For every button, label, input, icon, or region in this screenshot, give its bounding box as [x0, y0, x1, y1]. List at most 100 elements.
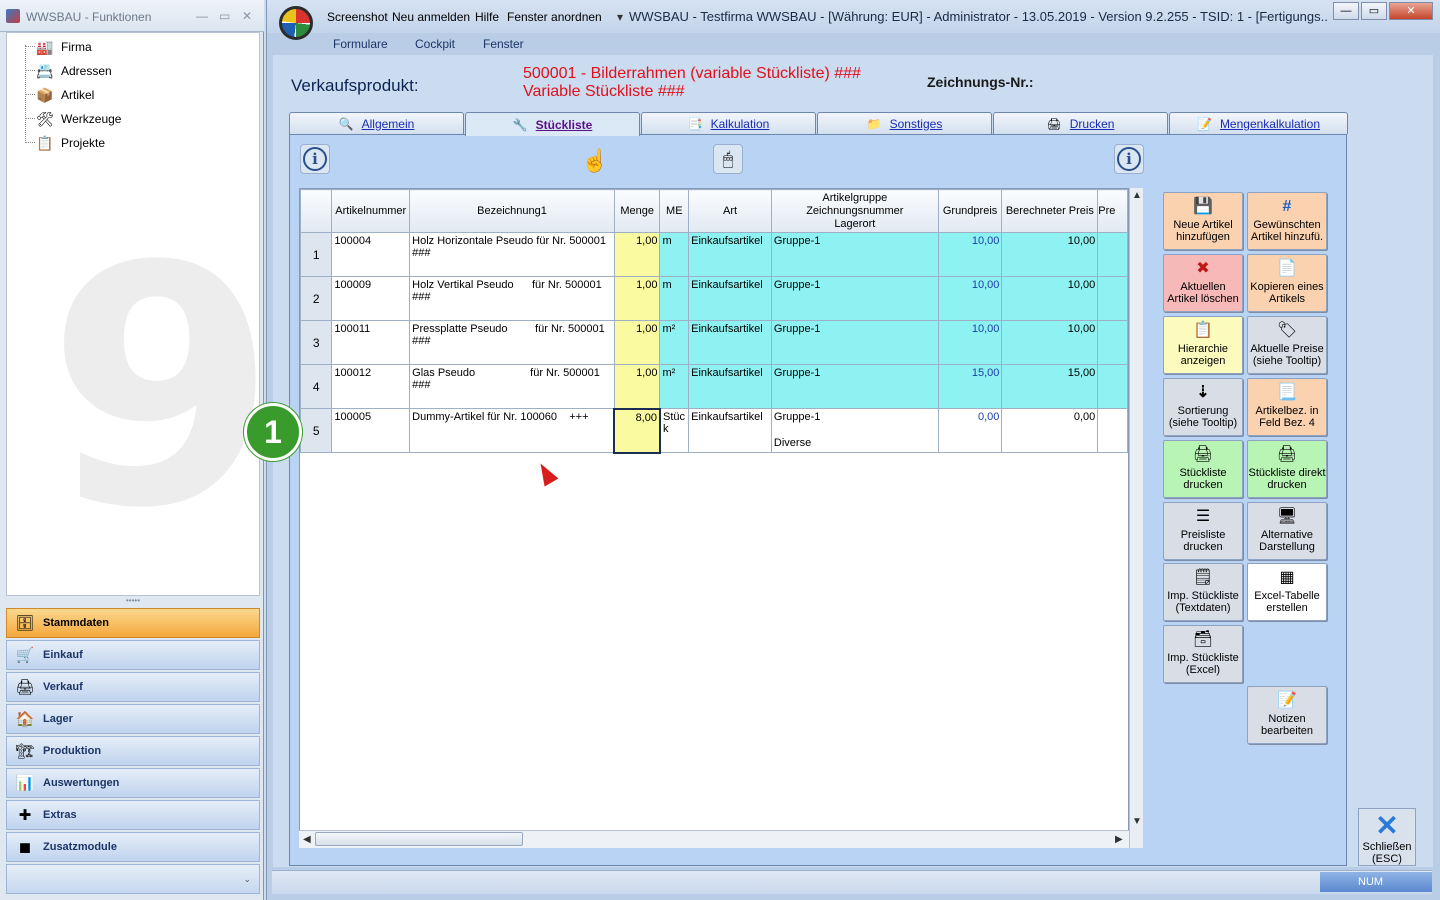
cell-menge-selected[interactable]: 8,00 — [613, 407, 661, 454]
cell-grundpreis[interactable]: 10,00 — [937, 276, 1003, 321]
sorting-button[interactable]: ⇣ Sortierung (siehe Tooltip) — [1163, 378, 1243, 436]
cell-pre[interactable] — [1097, 408, 1128, 453]
col-art[interactable]: Art — [688, 189, 772, 233]
horizontal-scroll-thumb[interactable] — [315, 832, 523, 846]
menu-cockpit[interactable]: Cockpit — [415, 37, 455, 51]
tab-stueckliste[interactable]: 🔧 Stückliste — [465, 112, 640, 136]
cell-artikelgruppe[interactable]: Gruppe-1 Diverse — [770, 408, 939, 453]
cell-pre[interactable] — [1097, 232, 1128, 277]
col-menge[interactable]: Menge — [613, 189, 661, 233]
menu-fenster[interactable]: Fenster — [483, 37, 524, 51]
table-row[interactable]: 1 100004 Holz Horizontale Pseudo für Nr.… — [300, 232, 1128, 277]
info-icon[interactable]: i — [300, 144, 330, 174]
cell-art[interactable]: Einkaufsartikel — [688, 364, 772, 409]
cell-artikelgruppe[interactable]: Gruppe-1 — [770, 232, 939, 277]
cell-art[interactable]: Einkaufsartikel — [688, 408, 772, 453]
col-artikelnummer[interactable]: Artikelnummer — [331, 189, 411, 233]
cell-bezeichnung[interactable]: Dummy-Artikel für Nr. 100060 +++ — [409, 408, 615, 453]
cell-pre[interactable] — [1097, 364, 1128, 409]
table-row[interactable]: 4 100012 Glas Pseudo für Nr. 500001 ### … — [300, 364, 1128, 409]
col-berechneter-preis[interactable]: Berechneter Preis — [1001, 189, 1099, 233]
nav-extras[interactable]: ✚ Extras — [6, 800, 260, 830]
nav-verkauf[interactable]: 🖨 Verkauf — [6, 672, 260, 702]
import-bom-excel-button[interactable]: 🗃 Imp. Stückliste (Excel) — [1163, 625, 1243, 683]
cell-art[interactable]: Einkaufsartikel — [688, 276, 772, 321]
menu-neu-anmelden[interactable]: Neu anmelden — [392, 10, 470, 24]
alternative-view-button[interactable]: 🖥 Alternative Darstellung — [1247, 502, 1327, 560]
tab-sonstiges[interactable]: 📁 Sonstiges — [817, 112, 992, 134]
scroll-down-icon[interactable]: ▼ — [1132, 816, 1142, 827]
cell-bezeichnung[interactable]: Holz Horizontale Pseudo für Nr. 500001 #… — [409, 232, 615, 277]
col-pre[interactable]: Pre — [1097, 189, 1128, 233]
main-minimize-icon[interactable]: — — [1333, 2, 1359, 20]
main-close-icon[interactable]: ✕ — [1389, 2, 1433, 20]
tree-item-werkzeuge[interactable]: 🛠 Werkzeuge — [35, 109, 121, 129]
tree-item-firma[interactable]: 🏭 Firma — [35, 37, 91, 57]
cell-bezeichnung[interactable]: Pressplatte Pseudo für Nr. 500001 ### — [409, 320, 615, 365]
tree-item-adressen[interactable]: 📇 Adressen — [35, 61, 111, 81]
cell-pre[interactable] — [1097, 276, 1128, 321]
cell-berechneter-preis[interactable]: 10,00 — [1001, 320, 1099, 365]
copy-article-button[interactable]: 📄 Kopieren eines Artikels — [1247, 254, 1327, 312]
article-desc-field4-button[interactable]: 📃 Artikelbez. in Feld Bez. 4 — [1247, 378, 1327, 436]
cell-menge[interactable]: 1,00 — [613, 276, 661, 321]
cell-art[interactable]: Einkaufsartikel — [688, 320, 772, 365]
table-row[interactable]: 3 100011 Pressplatte Pseudo für Nr. 5000… — [300, 320, 1128, 365]
cell-berechneter-preis[interactable]: 10,00 — [1001, 276, 1099, 321]
cell-grundpreis[interactable]: 10,00 — [937, 232, 1003, 277]
panel-splitter[interactable]: ••••• — [6, 597, 260, 605]
cell-artikelnummer[interactable]: 100011 — [331, 320, 411, 365]
close-icon[interactable]: ✕ — [242, 9, 252, 23]
scroll-left-icon[interactable]: ◀ — [303, 834, 311, 845]
vertical-scrollbar[interactable]: ▲ ▼ — [1129, 188, 1143, 848]
menu-dropdown-icon[interactable]: ▾ — [617, 10, 623, 24]
menu-fenster-anordnen[interactable]: Fenster anordnen — [507, 10, 602, 24]
tree-item-artikel[interactable]: 📦 Artikel — [35, 85, 94, 105]
cell-me[interactable]: m — [659, 276, 690, 321]
menu-screenshot[interactable]: Screenshot — [327, 10, 388, 24]
close-esc-button[interactable]: ✕ Schließen (ESC) — [1358, 808, 1416, 866]
cell-artikelgruppe[interactable]: Gruppe-1 — [770, 364, 939, 409]
cell-grundpreis[interactable]: 10,00 — [937, 320, 1003, 365]
show-hierarchy-button[interactable]: 📋 Hierarchie anzeigen — [1163, 316, 1243, 374]
menu-hilfe[interactable]: Hilfe — [475, 10, 499, 24]
table-row[interactable]: 2 100009 Holz Vertikal Pseudo für Nr. 50… — [300, 276, 1128, 321]
tab-drucken[interactable]: 🖨 Drucken — [993, 112, 1168, 134]
cell-grundpreis[interactable]: 0,00 — [937, 408, 1003, 453]
cell-bezeichnung[interactable]: Glas Pseudo für Nr. 500001 ### — [409, 364, 615, 409]
cell-me[interactable]: m² — [659, 320, 690, 365]
cell-berechneter-preis[interactable]: 0,00 — [1001, 408, 1099, 453]
col-grundpreis[interactable]: Grundpreis — [937, 189, 1003, 233]
nav-auswertungen[interactable]: 📊 Auswertungen — [6, 768, 260, 798]
scroll-right-icon[interactable]: ▶ — [1115, 834, 1123, 845]
info-right-icon[interactable]: i — [1114, 144, 1144, 174]
cell-artikelnummer[interactable]: 100012 — [331, 364, 411, 409]
minimize-icon[interactable]: — — [196, 9, 208, 23]
add-desired-article-button[interactable]: # Gewünschten Artikel hinzufü. — [1247, 192, 1327, 250]
edit-notes-button[interactable]: 📝 Notizen bearbeiten — [1247, 686, 1327, 744]
cell-menge[interactable]: 1,00 — [613, 364, 661, 409]
col-artikelgruppe[interactable]: Artikelgruppe Zeichnungsnummer Lagerort — [770, 189, 939, 233]
cell-artikelnummer[interactable]: 100009 — [331, 276, 411, 321]
import-bom-text-button[interactable]: 🗒 Imp. Stückliste (Textdaten) — [1163, 563, 1243, 621]
create-excel-button[interactable]: ▦ Excel-Tabelle erstellen — [1247, 563, 1327, 621]
cell-grundpreis[interactable]: 15,00 — [937, 364, 1003, 409]
mouse-icon[interactable]: 🖱 — [713, 144, 743, 174]
cell-pre[interactable] — [1097, 320, 1128, 365]
tab-mengenkalkulation[interactable]: 📝 Mengenkalkulation — [1169, 112, 1348, 134]
tab-allgemein[interactable]: 🔍 Allgemein — [289, 112, 464, 134]
tab-kalkulation[interactable]: 📑 Kalkulation — [641, 112, 816, 134]
menu-formulare[interactable]: Formulare — [333, 37, 388, 51]
col-bezeichnung1[interactable]: Bezeichnung1 — [409, 189, 615, 233]
cell-me[interactable]: m — [659, 232, 690, 277]
cell-menge[interactable]: 1,00 — [613, 232, 661, 277]
cell-berechneter-preis[interactable]: 15,00 — [1001, 364, 1099, 409]
cell-artikelnummer[interactable]: 100005 — [331, 408, 411, 453]
nav-einkauf[interactable]: 🛒 Einkauf — [6, 640, 260, 670]
print-pricelist-button[interactable]: ☰ Preisliste drucken — [1163, 502, 1243, 560]
cell-menge[interactable]: 1,00 — [613, 320, 661, 365]
table-row[interactable]: 5 100005 Dummy-Artikel für Nr. 100060 ++… — [300, 407, 1128, 454]
main-maximize-icon[interactable]: ▭ — [1361, 2, 1387, 20]
new-article-button[interactable]: 💾 Neue Artikel hinzufügen — [1163, 192, 1243, 250]
pointing-hand-icon[interactable]: ☝ — [581, 148, 608, 174]
